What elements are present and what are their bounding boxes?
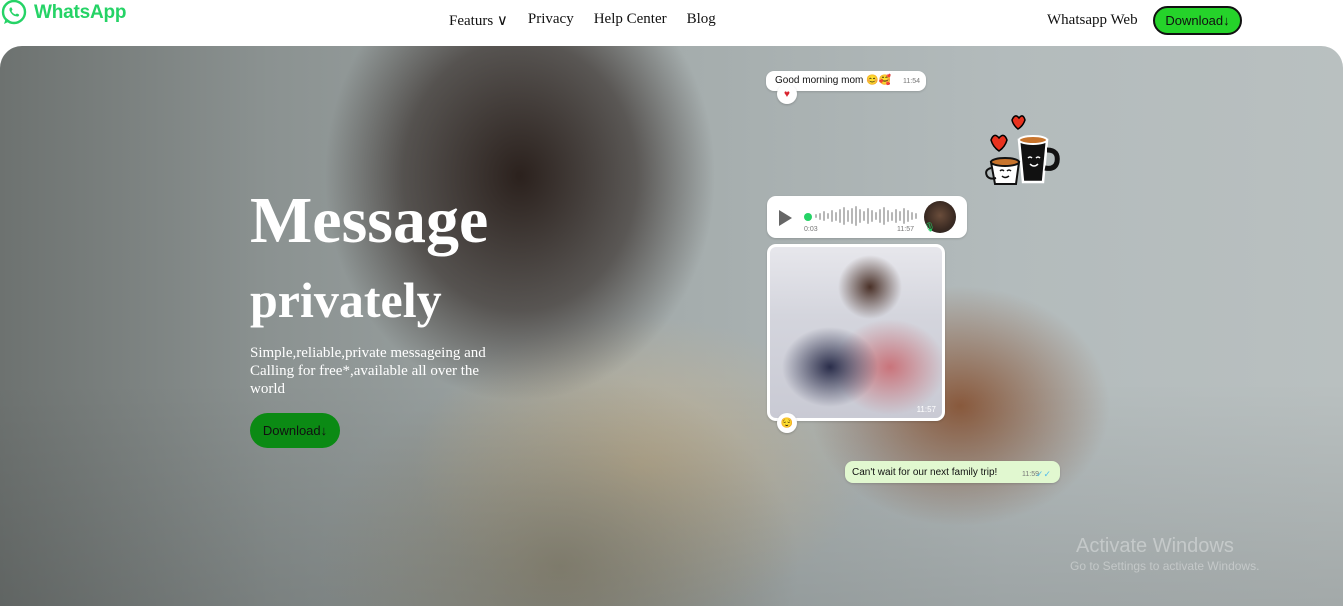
watermark-title: Activate Windows [1076,535,1234,557]
watermark-subtitle: Go to Settings to activate Windows. [1070,559,1260,573]
relieved-reaction-icon: 😌 [777,413,797,433]
hero-photo [0,46,1343,606]
main-nav: Featurs ∨ Privacy Help Center Blog [449,11,716,30]
hero-description: Simple,reliable,private messageing and C… [250,345,486,397]
play-icon[interactable] [779,210,792,226]
nav-item-blog[interactable]: Blog [687,11,716,30]
playback-position-dot[interactable] [804,213,812,221]
whatsapp-web-link[interactable]: Whatsapp Web [1047,12,1138,29]
nav-item-features[interactable]: Featurs ∨ [449,11,508,30]
trip-message-bubble: Can't wait for our next family trip! 11:… [845,461,1060,483]
hero-download-button[interactable]: Download↓ [250,413,340,448]
shared-photo[interactable]: 11:57 [770,247,942,418]
voice-note-bubble: 0:03 11:57 🎙 [767,196,967,238]
read-receipt-icon: ✓✓ [1035,469,1051,479]
voice-note-duration: 0:03 [804,226,818,233]
voice-waveform [815,205,917,227]
nav-item-help-center[interactable]: Help Center [594,11,667,30]
header-download-button[interactable]: Download↓ [1153,6,1242,35]
nav-item-privacy[interactable]: Privacy [528,11,574,30]
coffee-cups-hearts-sticker [985,115,1060,185]
windows-activation-watermark: Activate Windows Go to Settings to activ… [1070,535,1259,572]
trip-message-text: Can't wait for our next family trip! [852,467,998,478]
hero-subtitle: privately [250,272,442,328]
voice-note-time: 11:57 [897,226,914,233]
whatsapp-logo-icon [1,0,27,25]
greeting-message-text: Good morning mom 😊🥰 [775,75,892,86]
brand-name: WhatsApp [34,2,127,23]
hero-section [0,46,1343,606]
mic-icon: 🎙 [924,222,936,232]
greeting-message-time: 11:54 [903,78,920,85]
hero-title: Message [250,184,489,257]
photo-message-bubble: 11:57 [767,244,945,421]
brand-logo[interactable]: WhatsApp [0,0,127,26]
photo-message-time: 11:57 [916,405,936,414]
heart-reaction-icon: ♥ [777,84,797,104]
